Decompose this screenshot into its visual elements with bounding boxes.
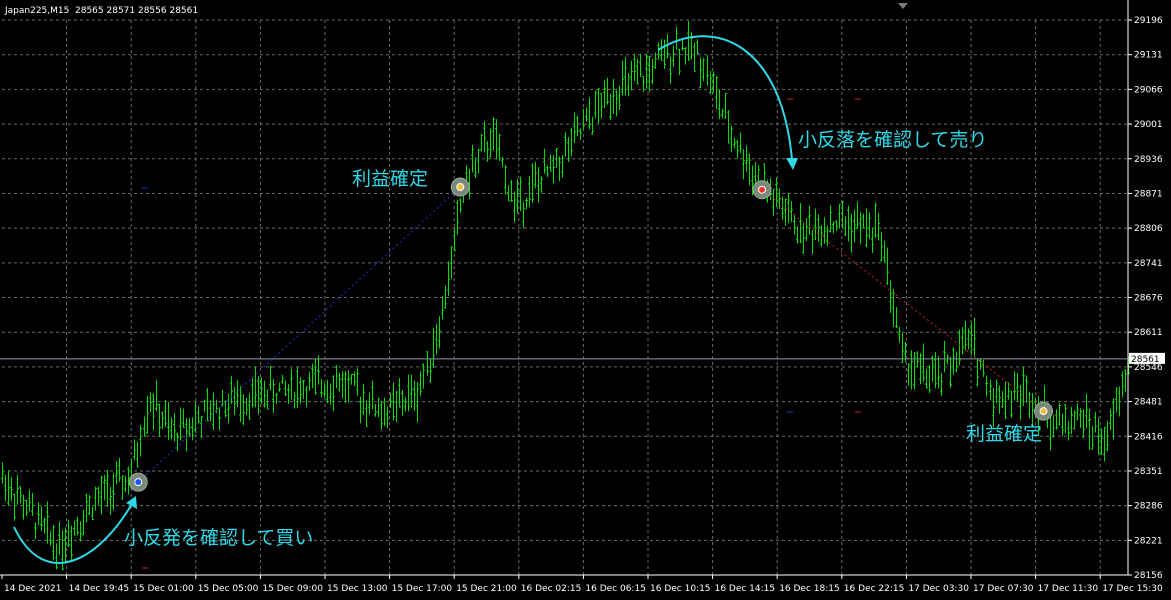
trade-marker-dot — [1039, 407, 1048, 416]
y-tick-label: 28156 — [1134, 571, 1163, 581]
x-tick-label: 16 Dec 02:15 — [521, 584, 582, 594]
x-tick-label: 17 Dec 07:30 — [973, 584, 1034, 594]
x-tick-label: 15 Dec 05:00 — [198, 584, 259, 594]
x-tick-label: 15 Dec 17:00 — [392, 584, 453, 594]
x-tick-label: 17 Dec 11:30 — [1038, 584, 1099, 594]
x-tick-label: 17 Dec 15:30 — [1102, 584, 1163, 594]
trade-marker-dot — [134, 478, 143, 487]
sell-signal-label: 小反落を確認して売り — [798, 129, 987, 151]
trade-marker-dot — [758, 185, 767, 194]
x-tick-label: 15 Dec 13:00 — [327, 584, 388, 594]
x-tick-label: 15 Dec 09:00 — [262, 584, 323, 594]
y-tick-label: 28936 — [1134, 155, 1163, 165]
symbol-label: Japan225,M15 — [4, 6, 69, 16]
x-tick-label: 14 Dec 19:45 — [69, 584, 130, 594]
y-tick-label: 28351 — [1134, 467, 1163, 477]
y-tick-label: 28481 — [1134, 398, 1163, 408]
y-tick-label: 28611 — [1134, 328, 1163, 338]
trade-marker-dot — [456, 183, 465, 192]
take-profit-label-1: 利益確定 — [352, 168, 428, 190]
price-chart[interactable]: 29196 29131 29066 29001 28936 28871 28806 28741… — [0, 0, 1171, 600]
x-tick-label: 15 Dec 01:00 — [133, 584, 194, 594]
buy-signal-label: 小反発を確認して買い — [124, 527, 313, 549]
x-tick-label: 16 Dec 10:15 — [650, 584, 711, 594]
chart-background — [0, 0, 1171, 600]
y-tick-label: 29131 — [1134, 51, 1163, 61]
y-tick-label: 29001 — [1134, 120, 1163, 130]
x-tick-label: 16 Dec 06:15 — [585, 584, 646, 594]
x-tick-label: 16 Dec 18:15 — [779, 584, 840, 594]
x-tick-label: 16 Dec 14:15 — [715, 584, 776, 594]
x-tick-label: 14 Dec 2021 — [4, 584, 62, 594]
take-profit-label-2: 利益確定 — [966, 423, 1042, 445]
y-tick-label: 29196 — [1134, 16, 1163, 26]
y-tick-label: 28806 — [1134, 224, 1163, 234]
y-tick-label: 28221 — [1134, 536, 1163, 546]
x-tick-label: 15 Dec 21:00 — [456, 584, 517, 594]
y-tick-label: 29066 — [1134, 85, 1163, 95]
x-tick-label: 16 Dec 22:15 — [844, 584, 905, 594]
y-tick-label: 28416 — [1134, 432, 1163, 442]
current-price-label: 28561 — [1131, 355, 1160, 365]
ohlc-readout: 28565 28571 28556 28561 — [75, 6, 198, 16]
x-tick-label: 17 Dec 03:30 — [908, 584, 969, 594]
y-tick-label: 28871 — [1134, 189, 1163, 199]
y-tick-label: 28286 — [1134, 502, 1163, 512]
y-tick-label: 28741 — [1134, 259, 1163, 269]
y-tick-label: 28676 — [1134, 294, 1163, 304]
